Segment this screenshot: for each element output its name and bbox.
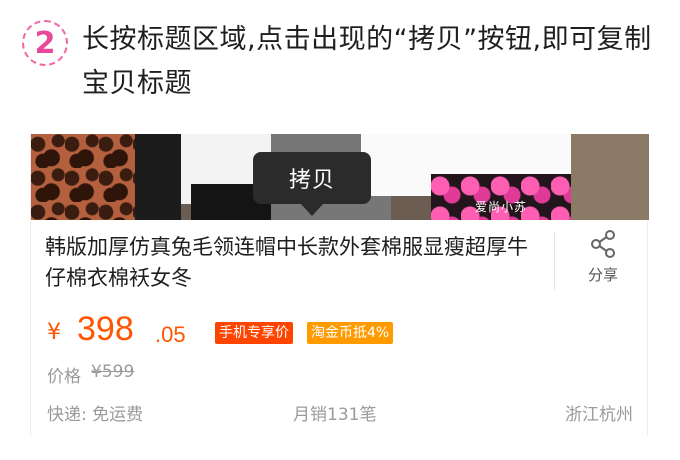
product-card: 爱尚小苏 拷贝 韩版加厚仿真兔毛领连帽中长款外套棉服显瘦超厚牛仔棉衣棉袄女冬 分…: [30, 134, 649, 436]
step-number-badge: 2: [22, 20, 68, 66]
price-currency: ¥: [47, 320, 61, 345]
share-button[interactable]: 分享: [568, 230, 638, 292]
monthly-sales: 月销131笔: [293, 405, 377, 425]
shipping-info: 快递: 免运费: [47, 405, 144, 425]
taojinbi-badge: 淘金币抵4%: [307, 322, 394, 344]
seller-location: 浙江杭州: [565, 405, 633, 425]
price-integer: 398: [77, 310, 134, 348]
photo-watermark: 爱尚小苏: [475, 200, 528, 214]
title-divider: [554, 232, 555, 290]
copy-tooltip-button[interactable]: 拷贝: [253, 152, 371, 204]
mobile-exclusive-badge: 手机专享价: [215, 322, 293, 344]
step-instruction: 2 长按标题区域,点击出现的“拷贝”按钮,即可复制宝贝标题: [22, 16, 662, 112]
product-title[interactable]: 韩版加厚仿真兔毛领连帽中长款外套棉服显瘦超厚牛仔棉衣棉袄女冬: [45, 232, 545, 294]
share-icon: [568, 230, 638, 258]
step-instruction-text: 长按标题区域,点击出现的“拷贝”按钮,即可复制宝贝标题: [82, 24, 652, 99]
original-price-label: 价格: [47, 367, 81, 387]
original-price-value: ¥599: [91, 362, 135, 382]
tooltip-arrow: [301, 204, 323, 216]
original-price-row: 价格 ¥599: [45, 362, 345, 388]
price-decimal: .05: [155, 322, 186, 347]
share-label: 分享: [587, 266, 618, 284]
meta-row: 快递: 免运费 月销131笔 浙江杭州: [45, 400, 635, 426]
price-row: ¥ 398 .05 手机专享价 淘金币抵4%: [45, 310, 635, 354]
product-title-area[interactable]: 韩版加厚仿真兔毛领连帽中长款外套棉服显瘦超厚牛仔棉衣棉袄女冬 分享: [31, 220, 649, 298]
